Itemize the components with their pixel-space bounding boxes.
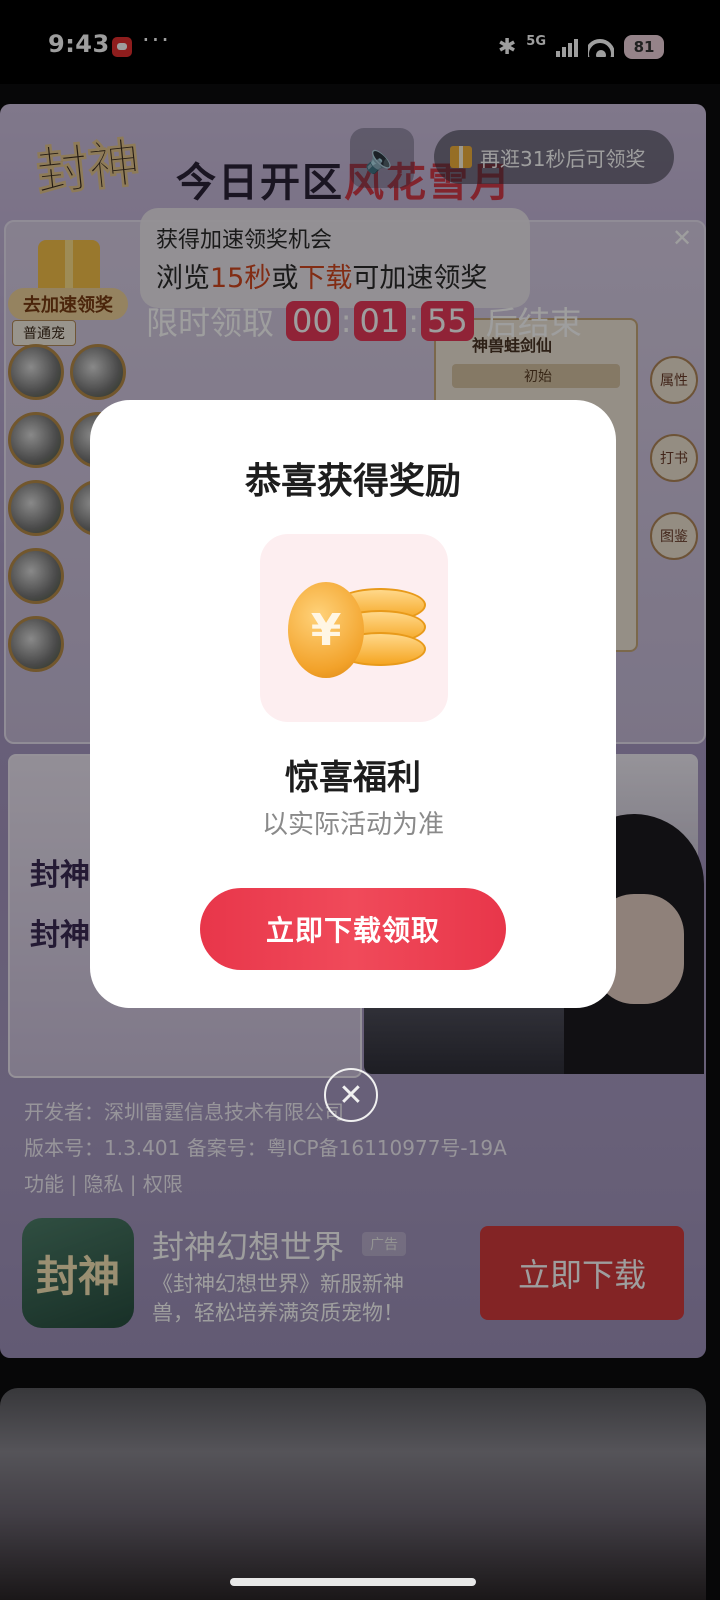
prize-name: 惊喜福利 [285,758,421,798]
close-icon: ✕ [338,1077,364,1113]
reward-modal: 恭喜获得奖励 ¥ 惊喜福利 以实际活动为准 立即下载领取 [90,400,616,1008]
home-indicator[interactable] [230,1578,476,1586]
prize-image: ¥ [260,534,448,722]
yuan-coin-icon: ¥ [288,582,364,678]
modal-close-button[interactable]: ✕ [324,1068,378,1122]
modal-title: 恭喜获得奖励 [244,461,461,502]
prize-note: 以实际活动为准 [261,810,444,840]
download-claim-button[interactable]: 立即下载领取 [200,888,506,970]
